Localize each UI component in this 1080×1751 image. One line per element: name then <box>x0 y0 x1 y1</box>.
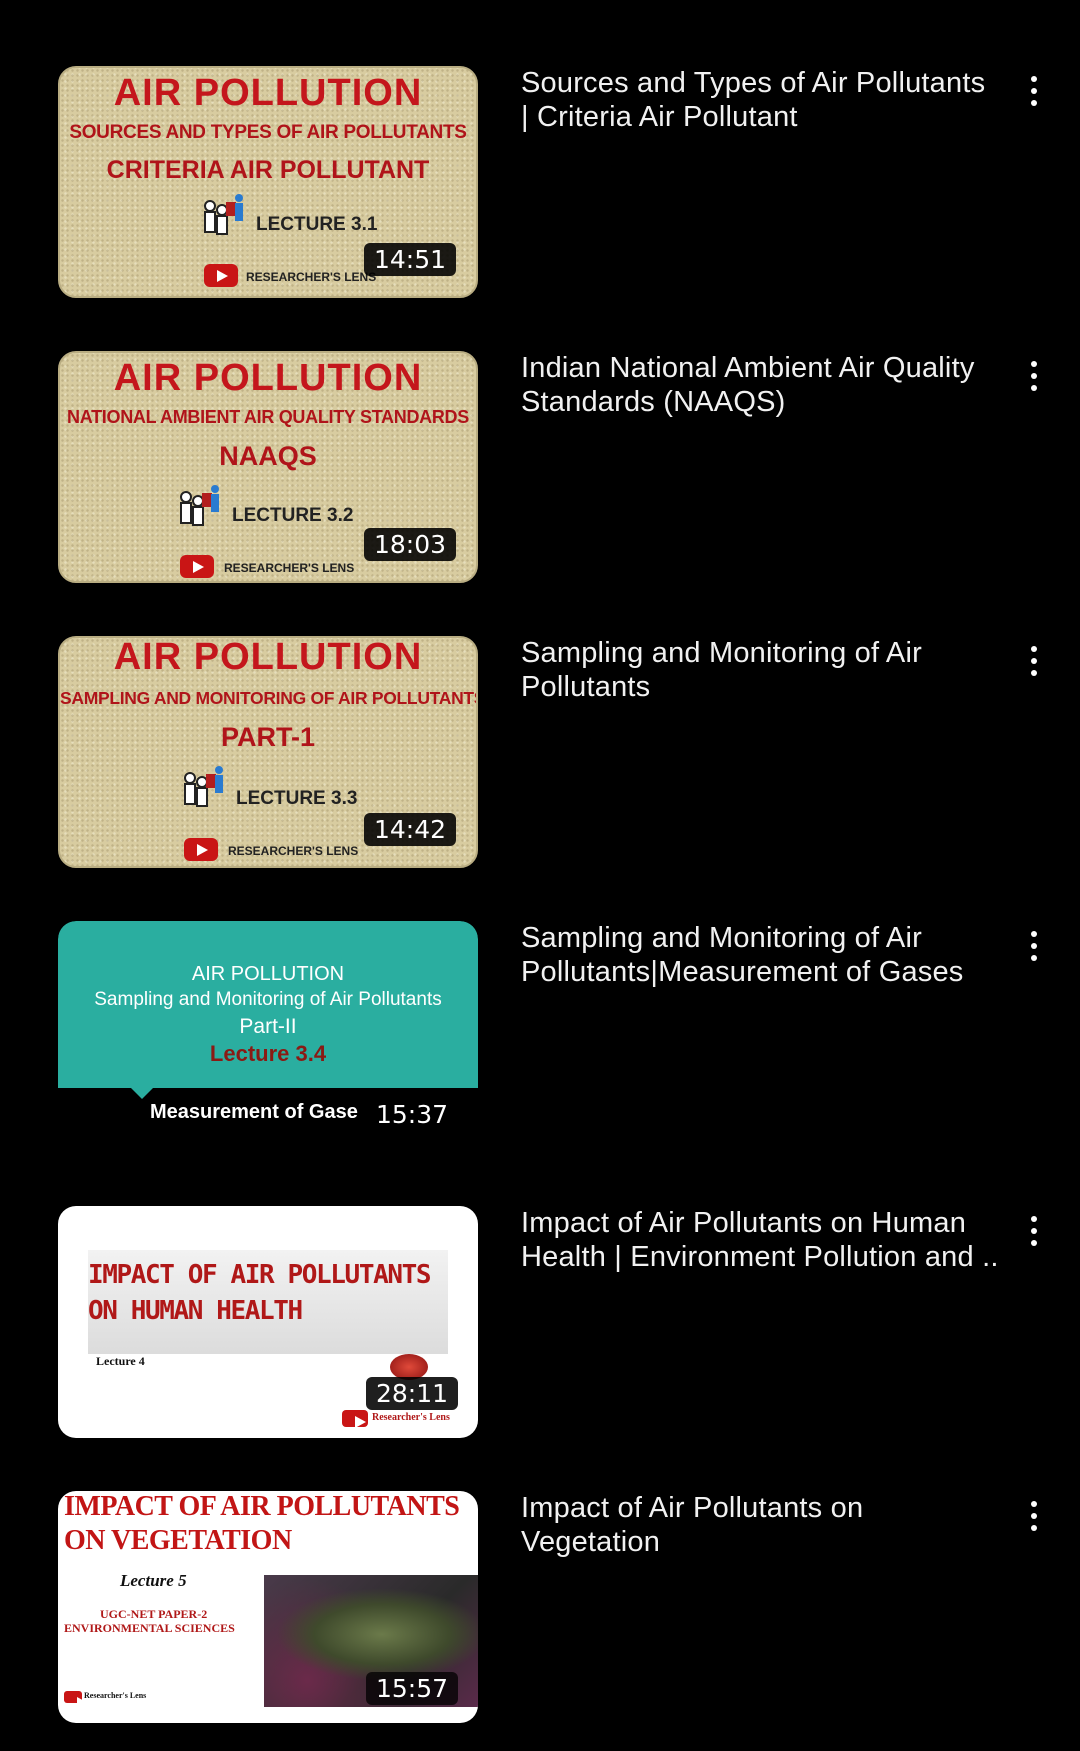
thumb-exam-line2: ENVIRONMENTAL SCIENCES <box>64 1621 235 1635</box>
video-duration: 14:51 <box>363 243 456 276</box>
video-duration: 18:03 <box>363 528 456 561</box>
video-thumbnail[interactable]: AIR POLLUTION Sampling and Monitoring of… <box>58 921 478 1153</box>
thumb-line1: IMPACT OF AIR POLLUTANTS <box>88 1260 431 1290</box>
more-vert-icon[interactable] <box>1020 1495 1048 1537</box>
video-title-line: Sources and Types of Air Pollutants <box>521 67 986 99</box>
video-title-line: Sampling and Monitoring of Air <box>521 922 922 954</box>
video-duration: 15:37 <box>365 1098 458 1131</box>
thumb-part: Part-II <box>239 1015 297 1038</box>
thumb-title: AIR POLLUTION <box>113 636 423 678</box>
thumb-brand: Researcher's Lens <box>372 1412 450 1423</box>
thumb-pointer <box>130 1087 154 1099</box>
youtube-logo-icon <box>204 264 238 287</box>
thumb-brand: Researcher's Lens <box>84 1691 147 1700</box>
video-item[interactable]: AIR POLLUTION SAMPLING AND MONITORING OF… <box>0 636 1080 896</box>
video-title-line: Vegetation <box>521 1526 661 1558</box>
video-title-line: Sampling and Monitoring of Air <box>521 637 922 669</box>
video-title[interactable]: Impact of Air Pollutants on Vegetation <box>521 1491 1001 1559</box>
thumb-part: PART-1 <box>220 722 315 752</box>
thumb-subtitle: NATIONAL AMBIENT AIR QUALITY STANDARDS <box>67 407 469 427</box>
video-title-line: | Criteria Air Pollutant <box>521 101 798 133</box>
video-title-line: Standards (NAAQS) <box>521 386 786 418</box>
video-title[interactable]: Indian National Ambient Air Quality Stan… <box>521 351 1001 419</box>
thumb-line2: ON HUMAN HEALTH <box>88 1296 303 1326</box>
thumb-subtitle: SOURCES AND TYPES OF AIR POLLUTANTS <box>69 122 467 143</box>
video-thumbnail[interactable]: AIR POLLUTION SOURCES AND TYPES OF AIR P… <box>58 66 478 298</box>
thumb-lecture: LECTURE 3.2 <box>232 505 354 526</box>
more-vert-icon[interactable] <box>1020 355 1048 397</box>
video-item[interactable]: AIR POLLUTION SOURCES AND TYPES OF AIR P… <box>0 66 1080 326</box>
thumb-lecture: Lecture 3.4 <box>209 1041 327 1066</box>
video-item[interactable]: AIR POLLUTION NATIONAL AMBIENT AIR QUALI… <box>0 351 1080 611</box>
thumb-brand: RESEARCHER'S LENS <box>228 844 359 858</box>
thumb-subtitle: Sampling and Monitoring of Air Pollutant… <box>94 989 442 1010</box>
video-title[interactable]: Sources and Types of Air Pollutants | Cr… <box>521 66 1001 134</box>
thumb-lecture: Lecture 5 <box>120 1571 187 1590</box>
video-thumbnail[interactable]: IMPACT OF AIR POLLUTANTS ON HUMAN HEALTH… <box>58 1206 478 1438</box>
people-icon <box>204 194 243 235</box>
people-icon <box>184 766 223 807</box>
thumb-lecture: LECTURE 3.3 <box>236 788 358 809</box>
video-item[interactable]: AIR POLLUTION Sampling and Monitoring of… <box>0 921 1080 1181</box>
thumb-title: AIR POLLUTION <box>113 72 423 114</box>
video-item[interactable]: IMPACT OF AIR POLLUTANTS ON VEGETATION L… <box>0 1491 1080 1751</box>
thumb-part: NAAQS <box>219 441 317 471</box>
video-title-line: Pollutants|Measurement of Gases <box>521 956 964 988</box>
video-duration: 28:11 <box>365 1377 458 1410</box>
more-vert-icon[interactable] <box>1020 70 1048 112</box>
video-title[interactable]: Impact of Air Pollutants on Human Health… <box>521 1206 1001 1274</box>
video-title-line: Impact of Air Pollutants on <box>521 1492 864 1524</box>
thumb-subtitle: SAMPLING AND MONITORING OF AIR POLLUTANT… <box>60 688 478 708</box>
thumb-brand: RESEARCHER'S LENS <box>224 561 355 575</box>
thumb-title: AIR POLLUTION <box>113 357 423 399</box>
thumb-exam-line1: UGC-NET PAPER-2 <box>100 1607 208 1621</box>
video-title[interactable]: Sampling and Monitoring of Air Pollutant… <box>521 636 1001 704</box>
video-title-line: Pollutants <box>521 671 651 703</box>
video-item[interactable]: IMPACT OF AIR POLLUTANTS ON HUMAN HEALTH… <box>0 1206 1080 1466</box>
youtube-logo-icon <box>180 555 214 578</box>
video-duration: 15:57 <box>365 1672 458 1705</box>
video-title-line: Health | Environment Pollution and ... <box>521 1241 1001 1273</box>
video-thumbnail[interactable]: IMPACT OF AIR POLLUTANTS ON VEGETATION L… <box>58 1491 478 1723</box>
thumb-line1: IMPACT OF AIR POLLUTANTS <box>64 1491 460 1522</box>
more-vert-icon[interactable] <box>1020 640 1048 682</box>
video-duration: 14:42 <box>363 813 456 846</box>
video-title-line: Impact of Air Pollutants on Human <box>521 1207 967 1239</box>
youtube-logo-icon <box>64 1691 88 1709</box>
more-vert-icon[interactable] <box>1020 1210 1048 1252</box>
thumb-line2: ON VEGETATION <box>64 1525 292 1556</box>
thumb-part: CRITERIA AIR POLLUTANT <box>106 156 430 184</box>
thumb-brand: RESEARCHER'S LENS <box>246 270 377 284</box>
more-vert-icon[interactable] <box>1020 925 1048 967</box>
thumb-lecture: LECTURE 3.1 <box>256 214 378 235</box>
youtube-logo-icon <box>184 838 218 861</box>
thumb-lecture: Lecture 4 <box>96 1354 145 1368</box>
thumb-title: AIR POLLUTION <box>191 963 345 985</box>
video-title[interactable]: Sampling and Monitoring of Air Pollutant… <box>521 921 1001 989</box>
video-thumbnail[interactable]: AIR POLLUTION SAMPLING AND MONITORING OF… <box>58 636 478 868</box>
people-icon <box>180 485 219 526</box>
thumb-caption: Measurement of Gase <box>150 1101 358 1123</box>
youtube-logo-icon <box>342 1410 368 1428</box>
video-thumbnail[interactable]: AIR POLLUTION NATIONAL AMBIENT AIR QUALI… <box>58 351 478 583</box>
video-title-line: Indian National Ambient Air Quality <box>521 352 975 384</box>
